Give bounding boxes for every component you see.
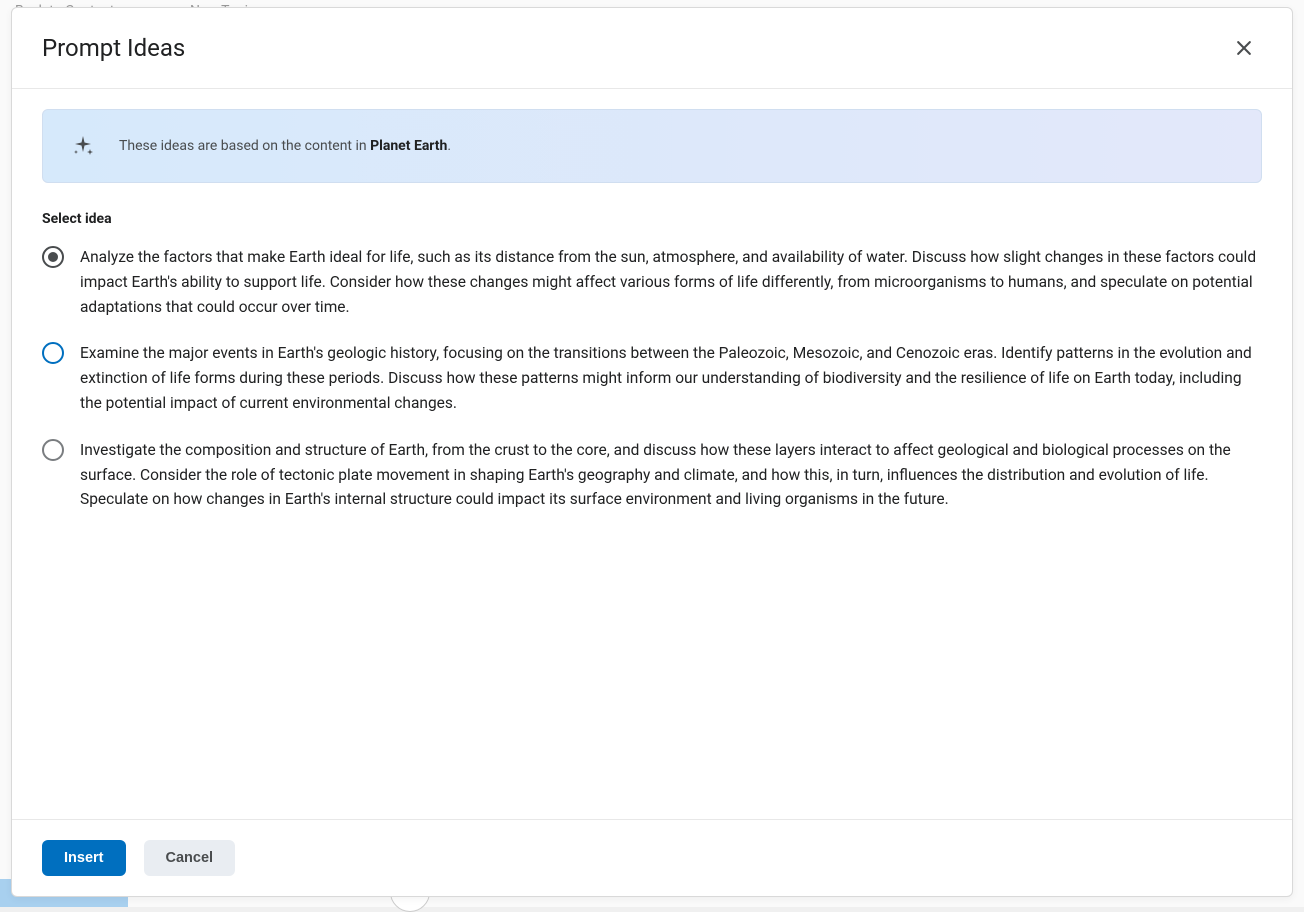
- select-idea-label: Select idea: [42, 211, 1262, 227]
- cancel-button[interactable]: Cancel: [144, 840, 236, 876]
- modal-footer: Insert Cancel: [12, 819, 1292, 896]
- idea-text: Investigate the composition and structur…: [80, 438, 1262, 512]
- idea-text: Analyze the factors that make Earth idea…: [80, 245, 1262, 319]
- sparkle-icon: [71, 134, 95, 158]
- insert-button[interactable]: Insert: [42, 840, 126, 876]
- banner-prefix: These ideas are based on the content in: [119, 138, 370, 154]
- idea-option-2[interactable]: Examine the major events in Earth's geol…: [42, 341, 1262, 415]
- idea-text: Examine the major events in Earth's geol…: [80, 341, 1262, 415]
- banner-suffix: .: [447, 138, 451, 154]
- modal-body: These ideas are based on the content in …: [12, 89, 1292, 819]
- idea-option-1[interactable]: Analyze the factors that make Earth idea…: [42, 245, 1262, 319]
- idea-list: Analyze the factors that make Earth idea…: [42, 245, 1262, 512]
- close-icon: [1234, 38, 1254, 58]
- info-banner: These ideas are based on the content in …: [42, 109, 1262, 183]
- radio-icon: [42, 246, 64, 268]
- banner-text: These ideas are based on the content in …: [119, 138, 451, 154]
- radio-icon: [42, 439, 64, 461]
- modal-title: Prompt Ideas: [42, 34, 185, 62]
- prompt-ideas-modal: Prompt Ideas These ideas are based on th…: [11, 7, 1293, 897]
- modal-header: Prompt Ideas: [12, 8, 1292, 89]
- idea-option-3[interactable]: Investigate the composition and structur…: [42, 438, 1262, 512]
- banner-source: Planet Earth: [370, 138, 447, 154]
- close-button[interactable]: [1226, 30, 1262, 66]
- radio-icon: [42, 342, 64, 364]
